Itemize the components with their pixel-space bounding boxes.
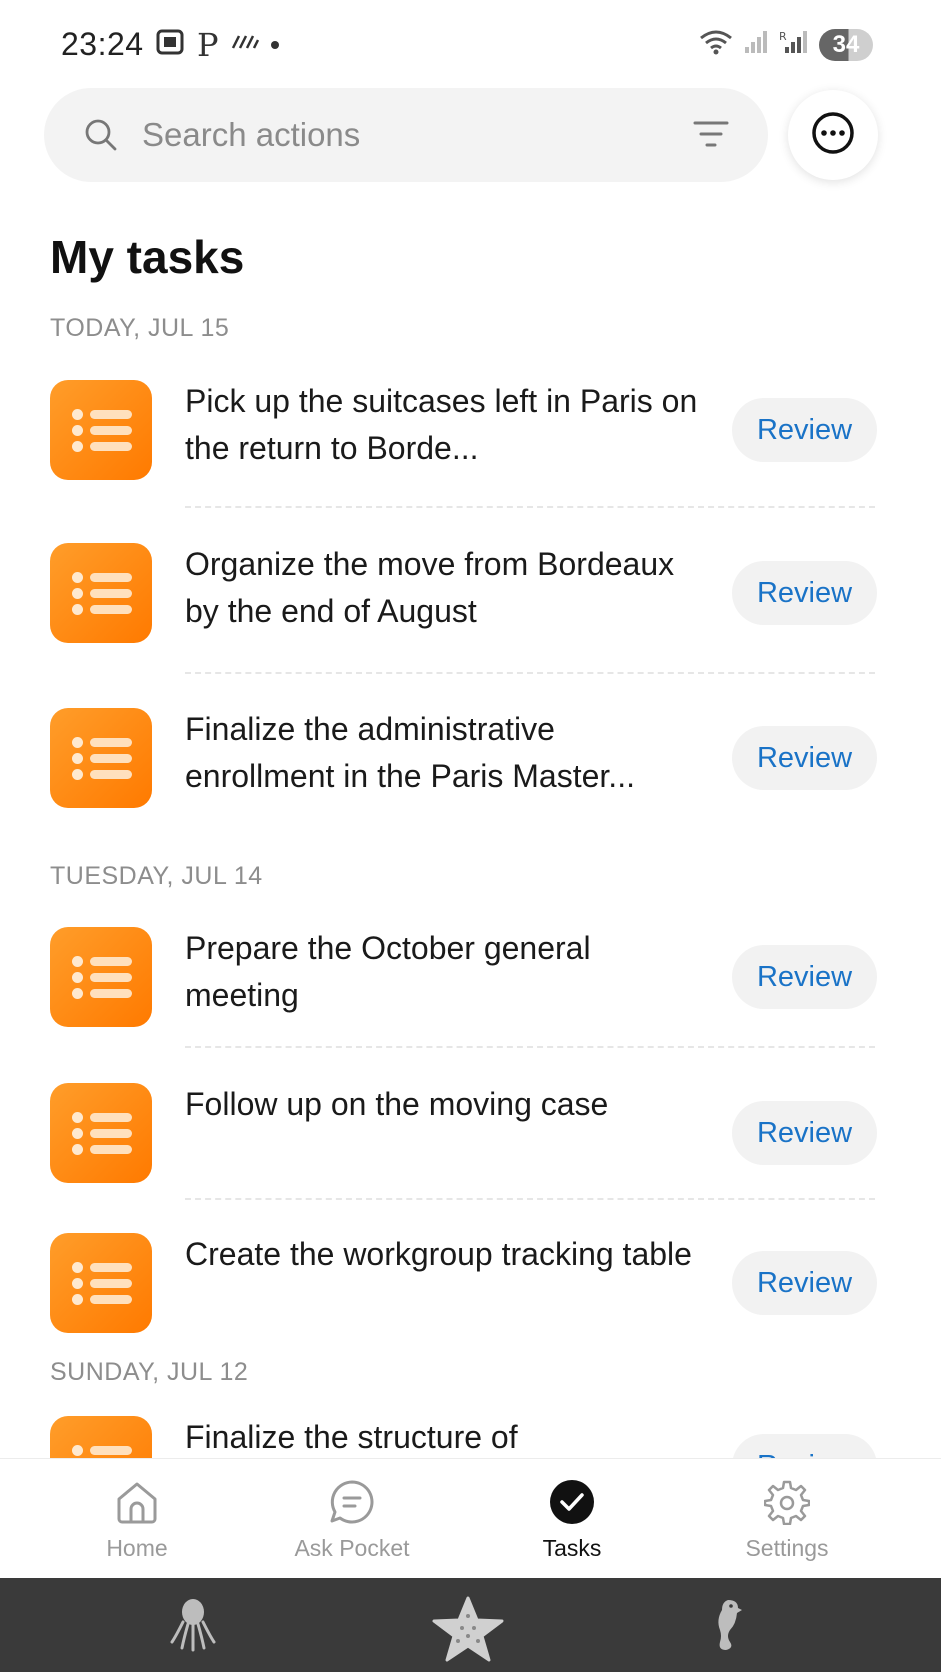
check-circle-icon [549, 1479, 595, 1525]
review-button[interactable]: Review [732, 561, 877, 625]
review-button[interactable]: Review [732, 398, 877, 462]
task-row[interactable]: Create the workgroup tracking table Revi… [0, 1227, 941, 1337]
task-list[interactable]: TODAY, JUL 15 Pick up the suitcases left… [0, 300, 941, 1458]
nav-item-settings[interactable]: Settings [687, 1459, 887, 1579]
task-row[interactable]: Organize the move from Bordeaux by the e… [0, 537, 941, 647]
home-icon [114, 1479, 160, 1525]
status-bar: 23:24 P R 34 [0, 0, 941, 90]
nav-label-settings: Settings [745, 1535, 829, 1561]
task-list-icon [50, 1083, 152, 1183]
more-horizontal-icon [811, 111, 855, 160]
bottom-nav: Home Ask Pocket Tasks Settings [0, 1458, 941, 1578]
review-button[interactable]: Review [732, 1251, 877, 1315]
task-row[interactable]: Finalize the administrative enrollment i… [0, 702, 941, 812]
review-button[interactable]: Review [732, 1101, 877, 1165]
task-title: Organize the move from Bordeaux by the e… [185, 546, 675, 629]
review-button[interactable]: Review [732, 726, 877, 790]
task-row[interactable]: Follow up on the moving case Review [0, 1077, 941, 1187]
battery-indicator: 34 [819, 28, 873, 61]
task-title: Create the workgroup tracking table [185, 1236, 692, 1272]
screenshot-icon [155, 28, 185, 61]
task-list-icon [50, 927, 152, 1027]
row-divider [185, 672, 875, 674]
nav-label-ask-pocket: Ask Pocket [294, 1535, 410, 1561]
task-title: Prepare the October general meeting [185, 930, 591, 1013]
task-list-icon [50, 380, 152, 480]
cell-signal-icon [743, 29, 769, 60]
task-row[interactable]: Finalize the structure of Review [0, 1410, 941, 1458]
task-list-icon [50, 708, 152, 808]
status-time: 23:24 [61, 26, 144, 62]
nav-label-tasks: Tasks [542, 1535, 602, 1561]
nav-item-tasks[interactable]: Tasks [472, 1459, 672, 1579]
task-title: Finalize the structure of [185, 1419, 518, 1455]
task-row[interactable]: Prepare the October general meeting Revi… [0, 921, 941, 1031]
filter-icon[interactable] [692, 119, 730, 156]
review-button[interactable]: Review [732, 1434, 877, 1458]
row-divider [185, 506, 875, 508]
chat-bubble-icon [329, 1479, 375, 1525]
notification-dot [270, 40, 279, 49]
section-header-tuesday: TUESDAY, JUL 14 [50, 862, 263, 890]
gear-icon [763, 1479, 811, 1526]
section-header-today: TODAY, JUL 15 [50, 314, 230, 342]
task-list-icon [50, 1416, 152, 1458]
status-system-icons: R 34 [699, 28, 873, 61]
search-input[interactable] [142, 88, 642, 182]
more-options-button[interactable] [788, 90, 878, 180]
row-divider [185, 1198, 875, 1200]
nav-item-ask-pocket[interactable]: Ask Pocket [252, 1459, 452, 1579]
status-notification-icons: P [155, 28, 279, 61]
task-row[interactable]: Pick up the suitcases left in Paris on t… [0, 374, 941, 484]
wifi-icon [699, 28, 733, 61]
task-list-icon [50, 1233, 152, 1333]
page-title: My tasks [50, 231, 245, 283]
task-title: Finalize the administrative enrollment i… [185, 711, 635, 794]
svg-text:R: R [779, 30, 787, 43]
octopus-icon[interactable] [170, 1596, 216, 1657]
system-nav-bar [0, 1578, 941, 1672]
search-icon [84, 118, 118, 157]
seahorse-icon[interactable] [710, 1596, 744, 1657]
task-list-icon [50, 543, 152, 643]
review-button[interactable]: Review [732, 945, 877, 1009]
row-divider [185, 1046, 875, 1048]
p-notification-icon: P [197, 25, 219, 64]
nav-item-home[interactable]: Home [37, 1459, 237, 1579]
section-header-sunday: SUNDAY, JUL 12 [50, 1358, 249, 1386]
task-title: Pick up the suitcases left in Paris on t… [185, 383, 698, 466]
starfish-icon[interactable] [432, 1596, 504, 1667]
task-title: Follow up on the moving case [185, 1086, 609, 1122]
nav-label-home: Home [106, 1535, 168, 1561]
search-bar[interactable] [44, 88, 768, 182]
signal-stripes-icon [231, 32, 259, 57]
cell-signal-roaming-icon: R [779, 29, 809, 60]
